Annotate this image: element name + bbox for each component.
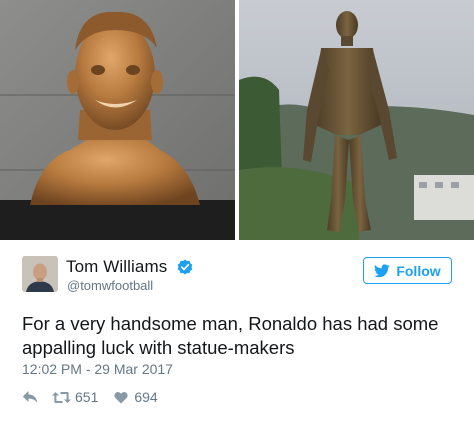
author-avatar[interactable] bbox=[22, 256, 58, 292]
reply-icon[interactable] bbox=[22, 390, 38, 404]
twitter-bird-icon bbox=[374, 263, 390, 277]
tweet-actions: 651 694 bbox=[22, 388, 158, 406]
tweet-media bbox=[0, 0, 474, 240]
like-count[interactable]: 694 bbox=[134, 389, 157, 405]
tweet-text: For a very handsome man, Ronaldo has had… bbox=[22, 313, 439, 358]
follow-label: Follow bbox=[396, 262, 441, 279]
bust-statue-photo[interactable] bbox=[0, 0, 235, 240]
retweet-icon[interactable] bbox=[52, 391, 71, 404]
verified-badge-icon bbox=[177, 259, 193, 275]
full-body-statue-photo[interactable] bbox=[239, 0, 474, 240]
tweet-timestamp[interactable]: 12:02 PM - 29 Mar 2017 bbox=[22, 361, 173, 377]
retweet-count[interactable]: 651 bbox=[75, 389, 98, 405]
follow-button[interactable]: Follow bbox=[363, 257, 452, 284]
author-name[interactable]: Tom Williams bbox=[66, 257, 167, 277]
author-handle[interactable]: @tomwfootball bbox=[67, 278, 153, 293]
heart-icon[interactable] bbox=[114, 391, 128, 404]
